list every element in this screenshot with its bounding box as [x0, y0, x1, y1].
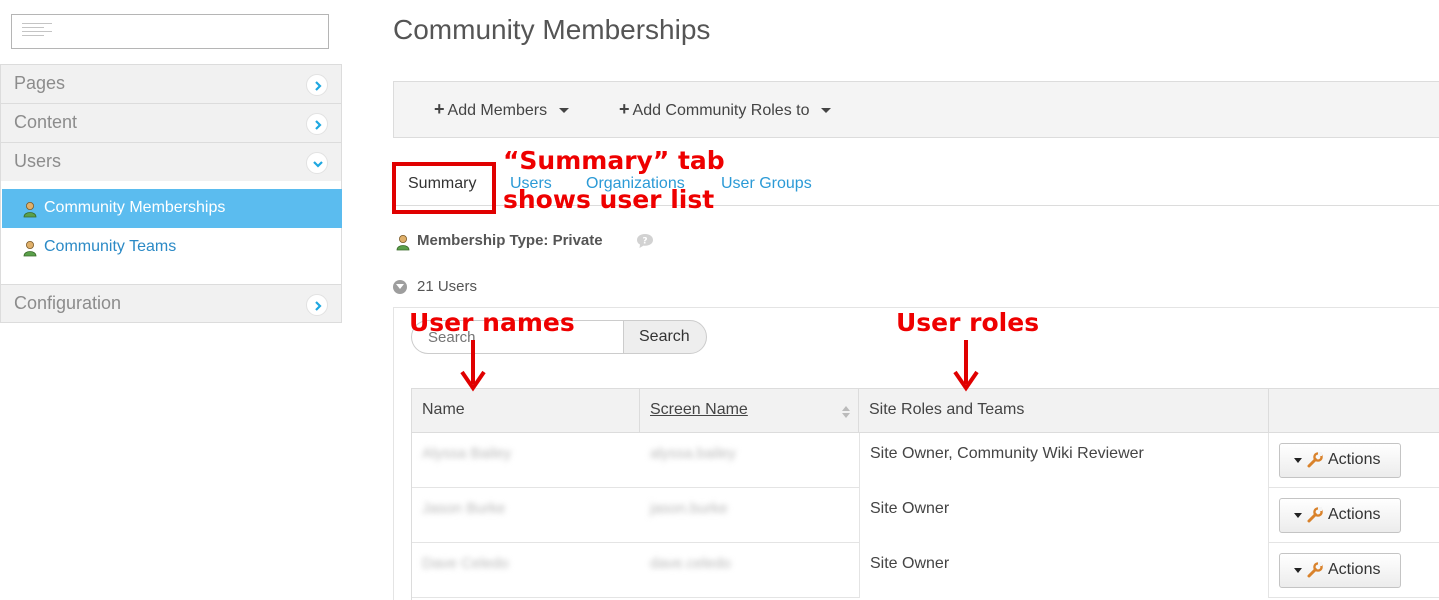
column-header-screen-name[interactable]: Screen Name	[640, 389, 859, 433]
plus-icon: +	[619, 99, 630, 119]
sidebar-item-label: Community Teams	[44, 238, 177, 255]
plus-icon: +	[434, 99, 445, 119]
actions-label: Actions	[1328, 506, 1381, 524]
search-button[interactable]: Search	[623, 320, 707, 354]
sidebar-item-community-memberships[interactable]: Community Memberships	[2, 189, 342, 228]
user-name-cell[interactable]: Alyssa Bailey	[412, 433, 640, 488]
users-count-text: 21 Users	[417, 278, 478, 295]
membership-type-text: Membership Type: Private	[417, 232, 603, 249]
sort-icon	[842, 405, 850, 423]
tab-user-groups[interactable]: User Groups	[721, 175, 812, 193]
column-header-name: Name	[412, 389, 640, 433]
wrench-icon	[1307, 507, 1323, 523]
table-row: Dave Celedo dave.celedo Site Owner Actio…	[412, 543, 1439, 598]
column-header-actions	[1269, 389, 1439, 433]
chevron-down-icon	[306, 152, 328, 174]
svg-text:?: ?	[642, 237, 647, 247]
user-icon	[395, 234, 412, 255]
roles-cell: Site Owner, Community Wiki Reviewer	[859, 433, 1269, 488]
add-community-roles-button[interactable]: + Add Community Roles to	[619, 99, 832, 120]
screen-name-cell: alyssa.bailey	[650, 445, 736, 462]
user-name-cell[interactable]: Dave Celedo	[412, 543, 640, 598]
actions-label: Actions	[1328, 561, 1381, 579]
table-row: Jason Burke jason.burke Site Owner Actio…	[412, 488, 1439, 543]
user-name-cell[interactable]: Jason Burke	[412, 488, 640, 543]
list-icon	[22, 23, 52, 39]
help-bubble-icon[interactable]: ?	[636, 233, 654, 253]
toolbar: + Add Members + Add Community Roles to	[393, 81, 1439, 138]
roles-cell: Site Owner	[859, 488, 1269, 543]
annotation-summary-line1: “Summary” tab	[503, 146, 725, 175]
page-title: Community Memberships	[393, 14, 711, 45]
sidebar-section-users[interactable]: Users	[0, 142, 342, 181]
column-header-label: Screen Name	[650, 401, 748, 418]
table-row: Alyssa Bailey alyssa.bailey Site Owner, …	[412, 433, 1439, 488]
caret-down-icon	[821, 108, 832, 114]
sidebar-item-label: Community Memberships	[44, 199, 226, 216]
actions-label: Actions	[1328, 451, 1381, 469]
wrench-icon	[1307, 562, 1323, 578]
users-submenu: Community Memberships Community Teams	[0, 181, 342, 285]
annotation-user-names: User names	[409, 308, 575, 337]
add-roles-label: Add Community Roles to	[632, 102, 810, 119]
summary-tab-highlight-box	[392, 162, 496, 214]
sidebar-section-pages[interactable]: Pages	[0, 64, 342, 103]
sidebar-section-label: Content	[14, 112, 78, 132]
user-icon	[22, 201, 39, 223]
collapse-icon	[393, 280, 407, 294]
caret-down-icon	[1294, 567, 1302, 573]
caret-down-icon	[559, 108, 570, 114]
roles-cell: Site Owner	[859, 543, 1269, 598]
user-icon	[22, 240, 39, 262]
actions-button[interactable]: Actions	[1279, 443, 1401, 478]
sidebar-section-configuration[interactable]: Configuration	[0, 284, 342, 323]
add-members-label: Add Members	[447, 102, 548, 119]
sidebar-section-label: Pages	[14, 73, 66, 93]
column-header-label: Site Roles and Teams	[869, 401, 1025, 418]
sidebar-section-content[interactable]: Content	[0, 103, 342, 142]
add-members-button[interactable]: + Add Members	[434, 99, 570, 120]
screen-name-cell: jason.burke	[650, 500, 728, 517]
actions-button[interactable]: Actions	[1279, 553, 1401, 588]
sidebar-search-input[interactable]	[11, 14, 329, 49]
arrow-down-icon	[460, 340, 486, 392]
arrow-down-icon	[953, 340, 979, 392]
sidebar: Pages Content Users Community Membership…	[0, 0, 342, 324]
column-header-site-roles: Site Roles and Teams	[859, 389, 1269, 433]
annotation-summary-line2: shows user list	[503, 185, 715, 214]
caret-down-icon	[1294, 457, 1302, 463]
chevron-right-icon	[306, 294, 328, 316]
screen-name-cell: dave.celedo	[650, 555, 731, 572]
annotation-user-roles: User roles	[896, 308, 1040, 337]
chevron-right-icon	[306, 74, 328, 96]
sidebar-section-label: Users	[14, 151, 62, 171]
sidebar-item-community-teams[interactable]: Community Teams	[2, 228, 342, 267]
sidebar-section-label: Configuration	[14, 293, 122, 313]
chevron-right-icon	[306, 113, 328, 135]
wrench-icon	[1307, 452, 1323, 468]
members-table: Name Screen Name Site Roles and Teams Al…	[411, 388, 1439, 600]
actions-button[interactable]: Actions	[1279, 498, 1401, 533]
column-header-label: Name	[422, 401, 465, 418]
caret-down-icon	[1294, 512, 1302, 518]
